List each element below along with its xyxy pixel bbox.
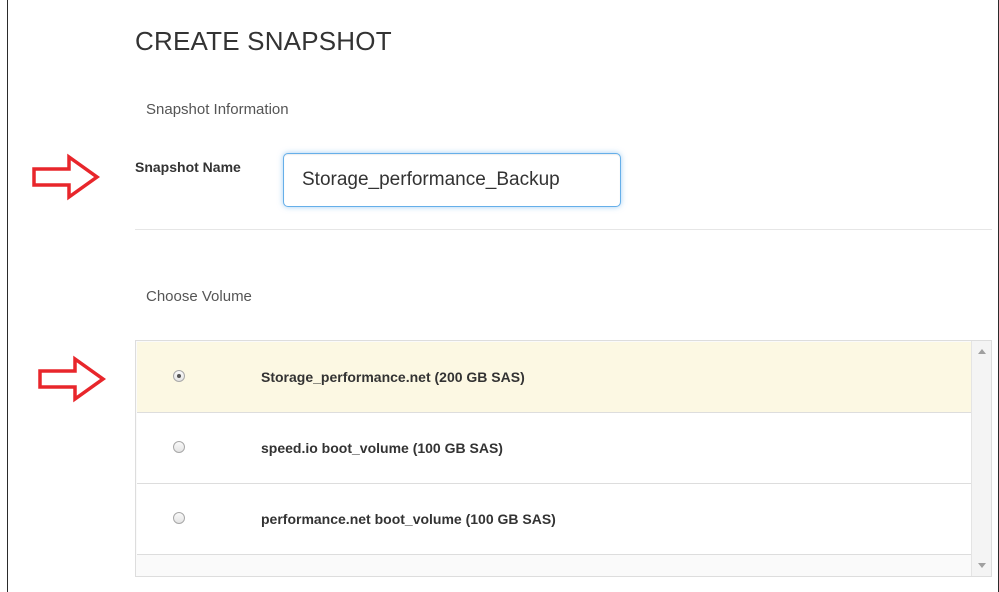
snapshot-name-input[interactable] xyxy=(283,153,621,207)
snapshot-name-label: Snapshot Name xyxy=(135,159,241,175)
vertical-scrollbar[interactable] xyxy=(971,341,991,576)
frame-left-border xyxy=(7,0,8,592)
section-heading-snapshot-information: Snapshot Information xyxy=(146,101,289,118)
section-heading-choose-volume: Choose Volume xyxy=(146,288,252,305)
volume-list-panel: Storage_performance.net (200 GB SAS) spe… xyxy=(135,340,992,577)
volume-option-row[interactable]: performance.net boot_volume (100 GB SAS) xyxy=(137,484,971,555)
volume-option-row[interactable]: speed.io boot_volume (100 GB SAS) xyxy=(137,413,971,484)
volume-radio-button[interactable] xyxy=(173,370,185,382)
right-arrow-outline-icon xyxy=(32,153,101,201)
volume-list: Storage_performance.net (200 GB SAS) spe… xyxy=(137,342,971,555)
volume-option-label: performance.net boot_volume (100 GB SAS) xyxy=(261,511,556,527)
scroll-down-arrow-icon[interactable] xyxy=(978,563,986,568)
volume-radio-button[interactable] xyxy=(173,512,185,524)
volume-radio-button[interactable] xyxy=(173,441,185,453)
volume-option-row[interactable]: Storage_performance.net (200 GB SAS) xyxy=(137,342,971,413)
page-title: CREATE SNAPSHOT xyxy=(135,26,392,56)
volume-option-label: Storage_performance.net (200 GB SAS) xyxy=(261,369,525,385)
scroll-up-arrow-icon[interactable] xyxy=(978,349,986,354)
right-arrow-outline-icon xyxy=(38,355,107,403)
section-divider xyxy=(135,229,992,230)
volume-option-label: speed.io boot_volume (100 GB SAS) xyxy=(261,440,503,456)
